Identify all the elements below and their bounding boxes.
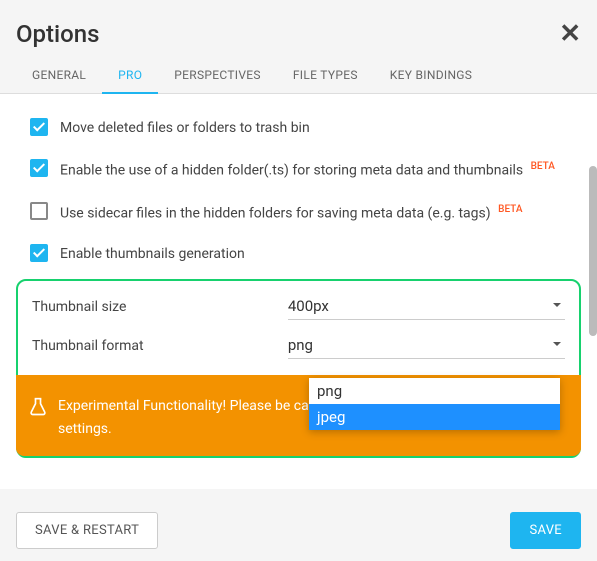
- dropdown-option-jpeg[interactable]: jpeg: [309, 404, 560, 430]
- checkbox-trash[interactable]: [30, 118, 48, 136]
- tab-key-bindings[interactable]: KEY BINDINGS: [374, 58, 488, 93]
- tab-pro[interactable]: PRO: [102, 58, 158, 94]
- options-dialog: Options ✕ GENERAL PRO PERSPECTIVES FILE …: [0, 0, 597, 561]
- thumbnail-size-value: 400px: [288, 297, 329, 315]
- option-hidden-folder-row: Enable the use of a hidden folder(.ts) f…: [16, 149, 581, 192]
- dialog-footer: SAVE & RESTART SAVE: [0, 500, 597, 561]
- label-hidden-folder-text: Enable the use of a hidden folder(.ts) f…: [60, 163, 523, 179]
- save-restart-button[interactable]: SAVE & RESTART: [16, 512, 158, 549]
- highlight-box: Thumbnail size 400px Thumbnail format pn…: [16, 279, 581, 458]
- scrollbar-thumb[interactable]: [589, 166, 597, 336]
- checkbox-hidden-folder[interactable]: [30, 159, 48, 177]
- save-button[interactable]: SAVE: [510, 512, 581, 549]
- format-dropdown: png jpeg: [309, 378, 560, 430]
- checkbox-sidecar[interactable]: [30, 202, 48, 220]
- option-sidecar-row: Use sidecar files in the hidden folders …: [16, 192, 581, 235]
- option-trash-row: Move deleted files or folders to trash b…: [16, 108, 581, 149]
- beta-badge: BETA: [498, 204, 522, 215]
- tab-general[interactable]: GENERAL: [16, 58, 102, 93]
- thumbnail-format-select[interactable]: png: [288, 332, 565, 359]
- tab-file-types[interactable]: FILE TYPES: [277, 58, 374, 93]
- beta-badge: BETA: [531, 161, 555, 172]
- close-icon[interactable]: ✕: [559, 21, 581, 47]
- thumbnail-size-label: Thumbnail size: [32, 299, 288, 315]
- dialog-header: Options ✕: [0, 0, 597, 58]
- thumbnail-format-value: png: [288, 336, 313, 354]
- option-thumbs-row: Enable thumbnails generation: [16, 234, 581, 275]
- flask-icon: [28, 397, 48, 417]
- label-hidden-folder: Enable the use of a hidden folder(.ts) f…: [60, 159, 581, 182]
- checkbox-thumbs[interactable]: [30, 244, 48, 262]
- thumbnail-size-select[interactable]: 400px: [288, 293, 565, 320]
- dialog-title: Options: [16, 20, 99, 48]
- tab-perspectives[interactable]: PERSPECTIVES: [158, 58, 277, 93]
- tabs: GENERAL PRO PERSPECTIVES FILE TYPES KEY …: [0, 58, 597, 94]
- label-thumbs: Enable thumbnails generation: [60, 244, 581, 265]
- label-trash: Move deleted files or folders to trash b…: [60, 118, 581, 139]
- thumbnail-format-row: Thumbnail format png: [18, 328, 579, 367]
- thumbnail-format-label: Thumbnail format: [32, 338, 288, 354]
- label-sidecar: Use sidecar files in the hidden folders …: [60, 202, 581, 225]
- scrollbar-track[interactable]: [587, 96, 597, 491]
- dropdown-option-png[interactable]: png: [309, 378, 560, 404]
- thumbnail-size-row: Thumbnail size 400px: [18, 289, 579, 328]
- label-sidecar-text: Use sidecar files in the hidden folders …: [60, 205, 491, 221]
